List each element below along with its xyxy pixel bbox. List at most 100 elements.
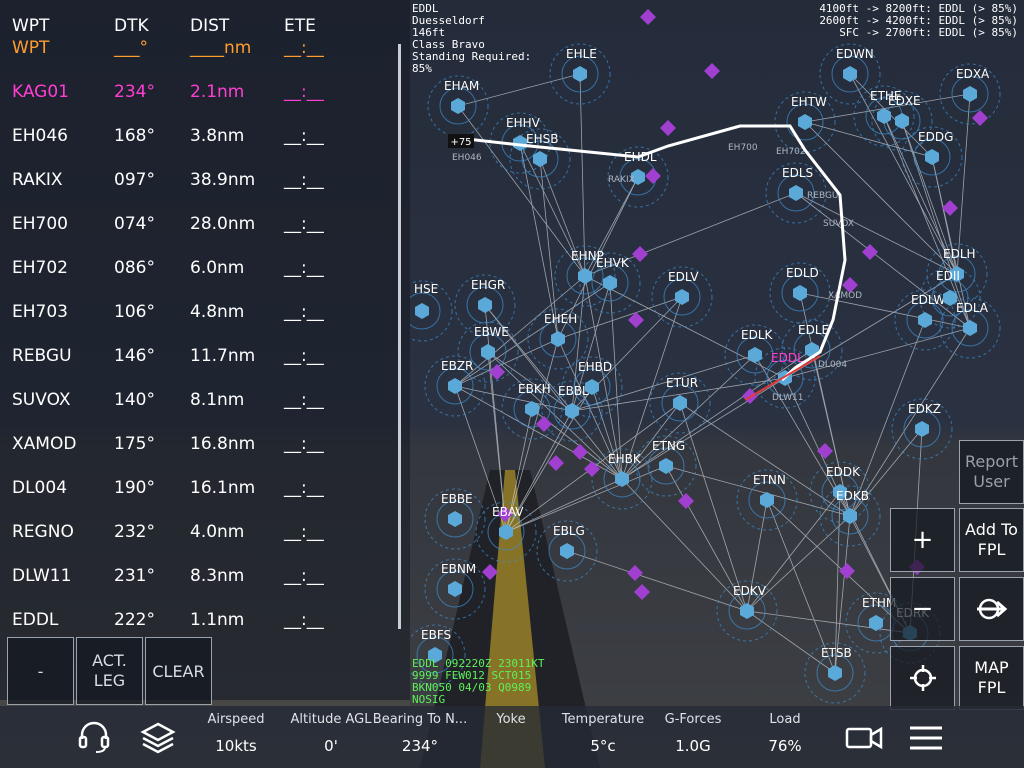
report-user-button[interactable]: Report User (959, 440, 1024, 504)
flight-plan-row[interactable]: SUVOX 140° 8.1nm __:__ (0, 378, 398, 422)
airport-label: EDLW (911, 293, 945, 307)
airport-label: EHVK (596, 256, 630, 270)
gauge-label: Load (769, 712, 801, 727)
headset-icon[interactable] (76, 719, 112, 755)
flight-plan-row[interactable]: EH700 074° 28.0nm __:__ (0, 202, 398, 246)
header-dist: DIST (190, 16, 230, 36)
direct-to-icon (976, 598, 1007, 620)
airport-label: EDLD (786, 266, 819, 280)
direct-to-button[interactable] (959, 577, 1024, 641)
row-ete: __:__ (284, 302, 324, 322)
row-ete: __:__ (284, 126, 324, 146)
flight-plan-panel: WPT DTK DIST ETE WPT ___° ____nm __:__ K… (0, 0, 410, 705)
flight-plan-row[interactable]: DLW11 231° 8.3nm __:__ (0, 554, 398, 598)
airport-label: EBWE (474, 325, 509, 339)
airport-label: EBFS (421, 628, 451, 642)
row-wpt: REGNO (12, 522, 74, 542)
flight-plan-row[interactable]: RAKIX 097° 38.9nm __:__ (0, 158, 398, 202)
row-dist: ____nm (190, 38, 252, 58)
flight-plan-list[interactable]: WPT ___° ____nm __:__ KAG01 234° 2.1nm __:_… (0, 38, 398, 636)
row-dist: 11.7nm (190, 346, 256, 366)
airport-label: EBBE (441, 492, 473, 506)
zoom-in-icon: + (911, 525, 934, 555)
row-ete: __:__ (284, 610, 324, 630)
row-dtk: 168° (114, 126, 155, 146)
row-dist: 8.3nm (190, 566, 245, 586)
gauge-label: Bearing To N... (372, 712, 468, 727)
airport-label: ETNN (753, 473, 786, 487)
gauge-value: 10kts (215, 737, 257, 755)
svg-text:+75: +75 (450, 137, 471, 148)
flight-plan-row[interactable]: KAG01 234° 2.1nm __:__ (0, 70, 398, 114)
flight-plan-row[interactable]: REGNO 232° 4.0nm __:__ (0, 510, 398, 554)
airport-label: EDKB (836, 489, 869, 503)
airport-label: EDKZ (908, 402, 941, 416)
row-dtk: 146° (114, 346, 155, 366)
airport-label: EDLE (798, 323, 829, 337)
row-dtk: 140° (114, 390, 155, 410)
flight-plan-row[interactable]: EH703 106° 4.8nm __:__ (0, 290, 398, 334)
row-dtk: 086° (114, 258, 155, 278)
airport-label: EHLE (566, 47, 597, 61)
row-wpt: KAG01 (12, 82, 69, 102)
gauge-label: G-Forces (664, 712, 722, 727)
row-dist: 6.0nm (190, 258, 245, 278)
airport-label: EDLA (956, 301, 989, 315)
gauge-value: 234° (401, 737, 439, 755)
dash-button[interactable]: - (7, 637, 74, 705)
gauge-bearing-to-n: Bearing To N... 234° (372, 706, 468, 768)
layers-icon[interactable] (140, 720, 176, 756)
map-fpl-button[interactable]: MAP FPL (959, 646, 1024, 710)
airport-label: EDXE (888, 94, 921, 108)
add-to-fpl-button[interactable]: Add To FPL (959, 508, 1024, 572)
airport-label: EHEH (544, 312, 577, 326)
airport-label: ETUR (666, 376, 698, 390)
flight-plan-row[interactable]: EDDL 222° 1.1nm __:__ (0, 598, 398, 636)
gauge-g-forces: G-Forces 1.0G (653, 706, 733, 768)
activate-leg-button[interactable]: ACT. LEG (76, 637, 143, 705)
menu-icon[interactable] (908, 723, 944, 753)
flight-plan-row[interactable]: XAMOD 175° 16.8nm __:__ (0, 422, 398, 466)
flight-plan-scrollbar[interactable] (398, 44, 401, 629)
camera-icon[interactable] (845, 723, 883, 753)
info-line: SFC -> 2700ft: EDDL (> 85%) (839, 26, 1018, 39)
gauge-altitude-agl: Altitude AGL 0' (281, 706, 381, 768)
zoom-out-button[interactable]: − (890, 577, 955, 641)
clear-button[interactable]: CLEAR (145, 637, 212, 705)
row-dist: 3.8nm (190, 126, 245, 146)
flight-plan-row[interactable]: DL004 190° 16.1nm __:__ (0, 466, 398, 510)
row-dtk: 231° (114, 566, 155, 586)
row-ete: __:__ (284, 170, 324, 190)
flight-plan-row[interactable]: REBGU 146° 11.7nm __:__ (0, 334, 398, 378)
row-wpt: DL004 (12, 478, 68, 498)
row-wpt: EDDL (12, 610, 59, 630)
airport-label: ETSB (821, 646, 852, 660)
flight-plan-row[interactable]: EH046 168° 3.8nm __:__ (0, 114, 398, 158)
gauge-temperature: Temperature 5°c (558, 706, 648, 768)
flight-plan-row[interactable]: WPT ___° ____nm __:__ (0, 38, 398, 70)
airport-label: EDWN (836, 47, 874, 61)
flight-plan-row[interactable]: EH702 086° 6.0nm __:__ (0, 246, 398, 290)
row-dist: 28.0nm (190, 214, 256, 234)
row-dist: 8.1nm (190, 390, 245, 410)
row-ete: __:__ (284, 566, 324, 586)
airport-label: EDDL (771, 351, 804, 365)
bottom-bar: Airspeed 10kts Altitude AGL 0' Bearing To N.… (0, 706, 1024, 768)
airport-label: EBBL (558, 384, 589, 398)
map-fpl-label-1: MAP (974, 658, 1009, 677)
airport-label: EDLV (668, 270, 699, 284)
center-map-button[interactable] (890, 646, 955, 710)
metar-text: EDDL 092220Z 23011KT 9999 FEW012 SCT015 BK… (412, 658, 544, 706)
zoom-in-button[interactable]: + (890, 508, 955, 572)
gauge-value: 5°c (590, 737, 616, 755)
zoom-out-icon: − (911, 594, 934, 624)
row-wpt: SUVOX (12, 390, 71, 410)
airport-label: EDXA (956, 67, 990, 81)
airport-label: EDLK (741, 328, 774, 342)
row-ete: __:__ (284, 478, 324, 498)
fix-label: DLW11 (772, 393, 803, 403)
map-fpl-label-2: FPL (977, 678, 1006, 697)
airport-label: EHTW (791, 95, 827, 109)
crosshair-icon (909, 665, 936, 691)
airport-label: EHSB (526, 132, 558, 146)
